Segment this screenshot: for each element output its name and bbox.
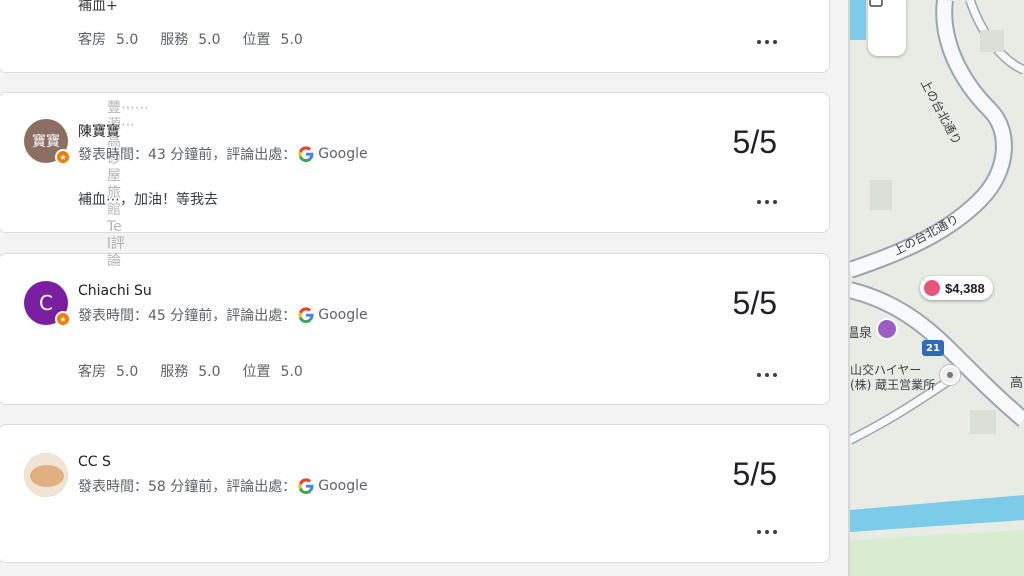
poi-label: (株) 蔵王営業所 bbox=[850, 378, 936, 392]
rating-service: 服務 5.0 bbox=[160, 364, 221, 380]
more-options-icon[interactable] bbox=[757, 370, 777, 380]
map-pane[interactable]: 上の台北通り 上の台北通り $4,388 温泉 21 山交ハイヤー (株) 蔵王… bbox=[850, 0, 1024, 576]
rating-location: 位置 5.0 bbox=[242, 32, 303, 48]
hotel-icon bbox=[924, 280, 940, 296]
review-score: 5/5 bbox=[732, 124, 777, 160]
map-layers-button[interactable] bbox=[868, 0, 906, 56]
watermark-overlay-text: 豐⋯⋯源⋯高砂屋旅館Tel評論 bbox=[107, 100, 149, 269]
local-guide-badge-icon: ★ bbox=[55, 149, 71, 165]
review-card: C ★ Chiachi Su 發表時間：45 分鐘前，評論出處： Google … bbox=[0, 253, 830, 405]
google-logo-icon bbox=[298, 478, 314, 494]
local-guide-badge-icon: ★ bbox=[55, 311, 71, 327]
poi-label: 温泉 bbox=[850, 326, 873, 341]
rating-room: 客房 5.0 bbox=[78, 32, 139, 48]
business-poi-icon[interactable] bbox=[940, 365, 960, 385]
review-card: CC S 發表時間：58 分鐘前，評論出處： Google 5/5 bbox=[0, 424, 830, 563]
review-text: 補血+ bbox=[78, 0, 118, 14]
sub-ratings: 客房 5.0 服務 5.0 位置 5.0 bbox=[78, 29, 303, 49]
hotel-price-marker[interactable]: $4,388 bbox=[920, 276, 993, 300]
review-score: 5/5 bbox=[732, 285, 777, 321]
review-card: 補血+ 客房 5.0 服務 5.0 位置 5.0 bbox=[0, 0, 830, 73]
reviews-list[interactable]: 補血+ 客房 5.0 服務 5.0 位置 5.0 寶寶 ★ 陳寶寶 發表時間：43 分… bbox=[0, 0, 848, 576]
avatar: C ★ bbox=[24, 281, 71, 327]
poi-label: 高 bbox=[1010, 376, 1024, 391]
rating-service: 服務 5.0 bbox=[160, 32, 221, 48]
route-number-shield: 21 bbox=[922, 340, 944, 356]
review-text: 補血⋯，加油！等我去 bbox=[78, 192, 218, 208]
shopping-bag-icon bbox=[869, 0, 883, 7]
reviewer-name[interactable]: Chiachi Su bbox=[78, 283, 152, 299]
rating-location: 位置 5.0 bbox=[242, 364, 303, 380]
google-logo-icon bbox=[298, 307, 314, 323]
reviewer-name[interactable]: CC S bbox=[78, 454, 111, 470]
review-meta: 發表時間：58 分鐘前，評論出處： Google bbox=[78, 478, 368, 495]
hamster-photo-icon bbox=[30, 465, 64, 487]
review-meta: 發表時間：45 分鐘前，評論出處： Google bbox=[78, 307, 368, 324]
avatar: 寶寶 ★ bbox=[24, 119, 71, 165]
hot-spring-poi-icon[interactable] bbox=[876, 318, 898, 340]
avatar bbox=[24, 453, 68, 497]
more-options-icon[interactable] bbox=[757, 197, 777, 207]
more-options-icon[interactable] bbox=[757, 527, 777, 537]
rating-room: 客房 5.0 bbox=[78, 364, 139, 380]
sub-ratings: 客房 5.0 服務 5.0 位置 5.0 bbox=[78, 361, 303, 381]
google-logo-icon bbox=[298, 146, 314, 162]
more-options-icon[interactable] bbox=[757, 37, 777, 47]
review-score: 5/5 bbox=[732, 456, 777, 492]
